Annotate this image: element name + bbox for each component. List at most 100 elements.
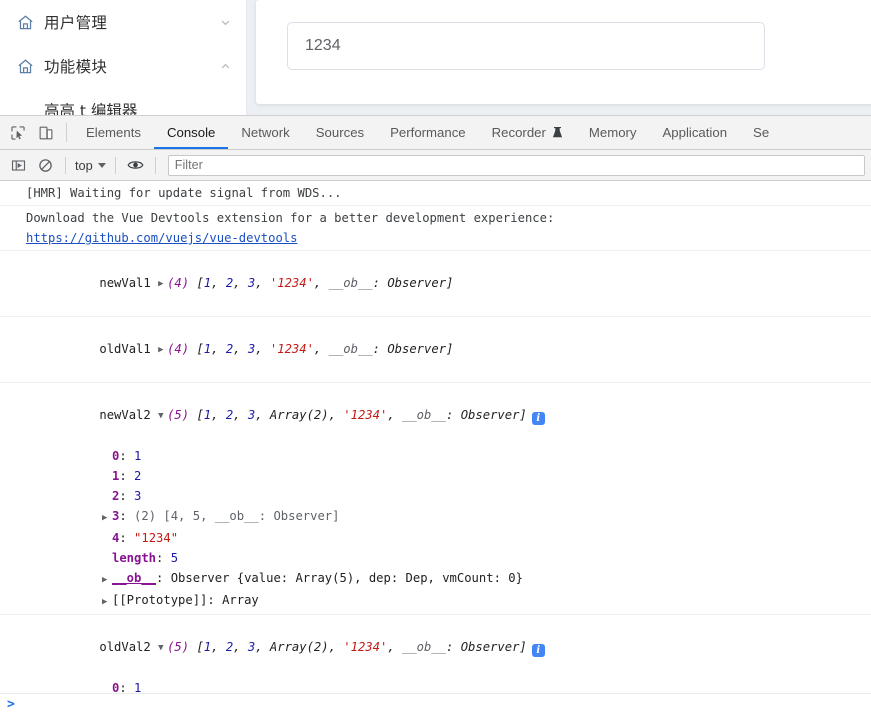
variable-name: newVal2 xyxy=(99,408,151,422)
clear-console-icon[interactable] xyxy=(32,152,59,178)
execution-context-value: top xyxy=(75,157,93,173)
console-message-newval1[interactable]: newVal1 ▶ (4) [1, 2, 3, '1234', __ob__: O… xyxy=(0,251,871,317)
tab-network[interactable]: Network xyxy=(228,116,302,149)
property-value: Observer {value: Array(5), dep: Dep, vmC… xyxy=(170,571,523,585)
tab-label: Console xyxy=(166,125,216,140)
tab-memory[interactable]: Memory xyxy=(576,116,650,149)
sidebar-item-user-management[interactable]: 用户管理 xyxy=(0,0,246,44)
collapse-triangle-icon[interactable]: ▼ xyxy=(158,638,167,658)
tab-recorder[interactable]: Recorder xyxy=(479,116,576,149)
property-value: Array xyxy=(222,593,259,607)
tab-application[interactable]: Application xyxy=(650,116,741,149)
expand-triangle-icon[interactable]: ▶ xyxy=(102,508,112,528)
property-key: length xyxy=(112,551,157,565)
tab-label: Se xyxy=(753,125,770,140)
property-key: [[Prototype]] xyxy=(112,593,208,607)
sidebar-item-label: 用户管理 xyxy=(44,14,108,32)
object-property[interactable]: ▶ [[Prototype]]: Array xyxy=(0,590,871,612)
devtools-tabbar: Elements Console Network Sources Perform… xyxy=(0,116,871,150)
console-message-vue-devtools[interactable]: Download the Vue Devtools extension for … xyxy=(0,206,871,251)
tab-console[interactable]: Console xyxy=(153,116,229,149)
inspect-element-icon[interactable] xyxy=(4,116,32,149)
expand-triangle-icon[interactable]: ▶ xyxy=(158,274,167,294)
collapse-triangle-icon[interactable]: ▼ xyxy=(158,406,167,426)
object-property: 1: 2 xyxy=(112,469,142,483)
object-property: 2: 3 xyxy=(112,489,142,503)
chevron-down-icon[interactable] xyxy=(219,16,232,29)
prompt-caret-icon: > xyxy=(7,696,15,712)
object-property: 0: 1 xyxy=(112,449,142,463)
screen-root: 用户管理 功能模块 高高 t 编辑器 1234 Elements Console… xyxy=(0,0,871,714)
variable-name: newVal1 xyxy=(99,276,151,290)
filterbar-divider xyxy=(154,156,156,174)
property-value: (2) [4, 5, __ob__: Observer] xyxy=(134,509,340,523)
message-text: Download the Vue Devtools extension for … xyxy=(26,211,555,225)
object-property: 4: "1234" xyxy=(112,531,179,545)
console-message-oldval1[interactable]: oldVal1 ▶ (4) [1, 2, 3, '1234', __ob__: O… xyxy=(0,317,871,383)
tab-label: Recorder xyxy=(491,125,546,140)
tab-sources[interactable]: Sources xyxy=(303,116,377,149)
web-page-area: 用户管理 功能模块 高高 t 编辑器 1234 xyxy=(0,0,871,115)
expand-triangle-icon[interactable]: ▶ xyxy=(102,570,112,590)
tab-security[interactable]: Se xyxy=(740,116,782,149)
array-preview: [1, 2, 3, '1234', __ob__: Observer] xyxy=(196,342,454,356)
sidebar-item-label: 功能模块 xyxy=(44,58,108,76)
tab-elements[interactable]: Elements xyxy=(73,116,154,149)
array-length: (4) xyxy=(167,342,190,356)
text-input[interactable] xyxy=(303,36,749,56)
info-badge-icon[interactable]: i xyxy=(531,412,545,425)
app-sidebar: 用户管理 功能模块 高高 t 编辑器 xyxy=(0,0,247,115)
home-icon xyxy=(16,13,35,32)
console-prompt[interactable]: > xyxy=(0,693,871,714)
execution-context-selector[interactable]: top xyxy=(72,158,109,173)
console-message-hmr[interactable]: [HMR] Waiting for update signal from WDS… xyxy=(0,181,871,206)
object-property[interactable]: ▶ __ob__: Observer {value: Array(5), dep:… xyxy=(0,568,871,590)
property-key: __ob__ xyxy=(112,571,157,585)
info-badge-icon[interactable]: i xyxy=(531,644,545,657)
array-length: (5) xyxy=(167,408,190,422)
tab-label: Network xyxy=(241,125,290,140)
object-property: 0: 1 xyxy=(112,681,142,693)
sidebar-subitem-clipped[interactable]: 高高 t 编辑器 xyxy=(0,88,246,115)
array-length: (4) xyxy=(167,276,190,290)
chevron-down-icon xyxy=(97,162,106,168)
console-message-newval2[interactable]: newVal2 ▼ (5) [1, 2, 3, Array(2), '1234',… xyxy=(0,383,871,615)
chevron-up-icon[interactable] xyxy=(219,60,232,73)
tab-label: Elements xyxy=(86,125,141,140)
property-value: 5 xyxy=(170,551,179,565)
property-value: 1 xyxy=(134,449,142,463)
text-input-wrapper[interactable] xyxy=(287,22,765,70)
devtools-panel: Elements Console Network Sources Perform… xyxy=(0,115,871,714)
expand-triangle-icon[interactable]: ▶ xyxy=(102,592,112,612)
console-log-area[interactable]: [HMR] Waiting for update signal from WDS… xyxy=(0,181,871,693)
console-filter-bar: top xyxy=(0,150,871,181)
tab-performance[interactable]: Performance xyxy=(377,116,479,149)
property-value: 2 xyxy=(134,469,142,483)
console-message-oldval2[interactable]: oldVal2 ▼ (5) [1, 2, 3, Array(2), '1234',… xyxy=(0,615,871,693)
console-sidebar-icon[interactable] xyxy=(5,152,32,178)
message-text: [HMR] Waiting for update signal from WDS… xyxy=(26,186,342,200)
array-preview: [1, 2, 3, '1234', __ob__: Observer] xyxy=(196,276,454,290)
property-value: 3 xyxy=(134,489,142,503)
property-value: 1 xyxy=(134,681,142,693)
tab-label: Performance xyxy=(390,125,466,140)
variable-name: oldVal1 xyxy=(99,342,151,356)
property-value: "1234" xyxy=(134,531,179,545)
array-preview: [1, 2, 3, Array(2), '1234', __ob__: Obse… xyxy=(196,640,527,654)
expand-triangle-icon[interactable]: ▶ xyxy=(158,340,167,360)
object-property: length: 5 xyxy=(112,551,179,565)
object-property[interactable]: ▶ 3: (2) [4, 5, __ob__: Observer] xyxy=(0,506,871,528)
array-preview: [1, 2, 3, Array(2), '1234', __ob__: Obse… xyxy=(196,408,527,422)
vue-devtools-link[interactable]: https://github.com/vuejs/vue-devtools xyxy=(26,231,298,245)
sidebar-item-function-module[interactable]: 功能模块 xyxy=(0,44,246,88)
array-length: (5) xyxy=(167,640,190,654)
content-card xyxy=(256,0,871,104)
tab-label: Application xyxy=(662,125,728,140)
flask-icon xyxy=(552,126,563,139)
home-icon xyxy=(16,57,35,76)
tab-label: Memory xyxy=(588,125,637,140)
live-expression-icon[interactable] xyxy=(122,152,149,178)
console-filter-input[interactable] xyxy=(167,154,865,176)
device-toolbar-icon[interactable] xyxy=(32,116,60,149)
variable-name: oldVal2 xyxy=(99,640,151,654)
